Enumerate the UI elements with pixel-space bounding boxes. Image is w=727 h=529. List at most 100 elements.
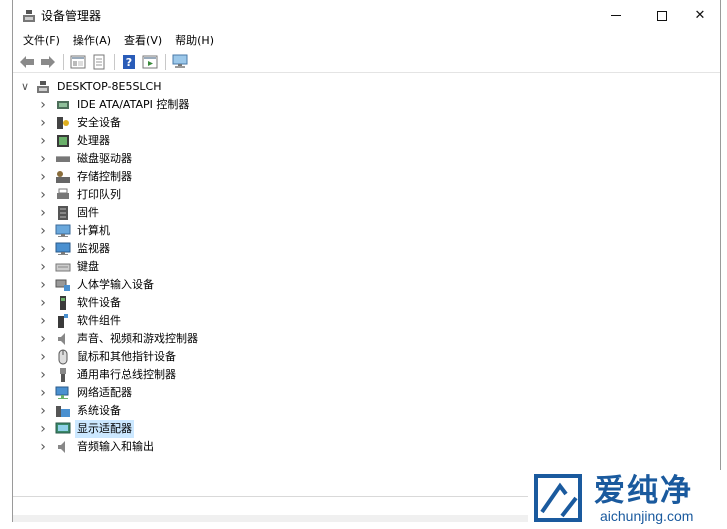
monitor-scan-icon: [172, 54, 188, 68]
tree-item-label: 安全设备: [77, 116, 121, 129]
chevron-right-icon[interactable]: ›: [37, 132, 49, 150]
chevron-right-icon[interactable]: ›: [37, 150, 49, 168]
tree-item[interactable]: › 鼠标和其他指针设备: [37, 348, 178, 366]
tree-item-label: 磁盘驱动器: [77, 152, 132, 165]
run-button[interactable]: [141, 53, 159, 71]
tree-item[interactable]: › 固件: [37, 204, 101, 222]
software-component-icon: [55, 313, 71, 329]
tree-item[interactable]: › 磁盘驱动器: [37, 150, 134, 168]
device-manager-window: 设备管理器 ✕ 文件(F) 操作(A) 查看(V) 帮助(H) ? ∨ DESK…: [12, 0, 721, 522]
tree-item[interactable]: › 软件组件: [37, 312, 123, 330]
device-tree[interactable]: ∨ DESKTOP-8E5SLCH › IDE ATA/ATAPI 控制器 › 安全设…: [16, 76, 720, 496]
computer-icon: [55, 223, 71, 239]
tree-item[interactable]: › 存储控制器: [37, 168, 134, 186]
network-adapter-icon: [55, 385, 71, 401]
tree-item[interactable]: › 键盘: [37, 258, 101, 276]
chevron-right-icon[interactable]: ›: [37, 312, 49, 330]
forward-button[interactable]: [39, 53, 57, 71]
tree-item-label: 键盘: [77, 260, 99, 273]
chevron-right-icon[interactable]: ›: [37, 240, 49, 258]
svg-text:?: ?: [126, 56, 132, 69]
chevron-right-icon[interactable]: ›: [37, 276, 49, 294]
tree-item[interactable]: › 打印队列: [37, 186, 123, 204]
details-button[interactable]: [90, 53, 108, 71]
tree-item-label: 计算机: [77, 224, 110, 237]
details-icon: [93, 54, 105, 69]
close-icon: ✕: [694, 8, 706, 23]
chevron-right-icon[interactable]: ›: [37, 384, 49, 402]
tree-item-label: 存储控制器: [77, 170, 132, 183]
chevron-right-icon[interactable]: ›: [37, 438, 49, 456]
watermark: 爱纯净 aichunjing.com: [528, 470, 727, 529]
menu-action[interactable]: 操作(A): [73, 31, 118, 50]
forward-icon: [41, 55, 55, 68]
ide-controller-icon: [55, 97, 71, 113]
back-icon: [20, 55, 34, 68]
chevron-right-icon[interactable]: ›: [37, 204, 49, 222]
brand-logo-icon: [534, 474, 582, 522]
chevron-right-icon[interactable]: ›: [37, 402, 49, 420]
chevron-right-icon[interactable]: ›: [37, 294, 49, 312]
tree-item[interactable]: › 监视器: [37, 240, 112, 258]
chevron-down-icon[interactable]: ∨: [19, 78, 31, 96]
chevron-right-icon[interactable]: ›: [37, 96, 49, 114]
storage-controller-icon: [55, 169, 71, 185]
display-adapter-icon: [55, 421, 71, 437]
tree-item[interactable]: › 通用串行总线控制器: [37, 366, 178, 384]
chevron-right-icon[interactable]: ›: [37, 348, 49, 366]
tree-item[interactable]: › 系统设备: [37, 402, 123, 420]
properties-view-icon: [70, 55, 86, 68]
tree-item-label: 监视器: [77, 242, 110, 255]
tree-item-label: 声音、视频和游戏控制器: [77, 332, 198, 345]
mouse-icon: [55, 349, 71, 365]
system-device-icon: [55, 403, 71, 419]
sound-icon: [55, 331, 71, 347]
tree-item[interactable]: › 音频输入和输出: [37, 438, 156, 456]
software-device-icon: [55, 295, 71, 311]
tree-item[interactable]: › IDE ATA/ATAPI 控制器: [37, 96, 191, 114]
chevron-right-icon[interactable]: ›: [37, 330, 49, 348]
chevron-right-icon[interactable]: ›: [37, 258, 49, 276]
monitor-icon: [55, 241, 71, 257]
tree-item[interactable]: › 处理器: [37, 132, 112, 150]
device-manager-app-icon: [22, 9, 36, 23]
brand-url: aichunjing.com: [600, 508, 694, 524]
window-title: 设备管理器: [41, 9, 102, 23]
tree-item[interactable]: › 计算机: [37, 222, 112, 240]
chevron-right-icon[interactable]: ›: [37, 222, 49, 240]
tree-item[interactable]: › 软件设备: [37, 294, 123, 312]
toolbar-separator: [63, 53, 64, 70]
help-button[interactable]: ?: [120, 53, 138, 71]
processor-icon: [55, 133, 71, 149]
chevron-right-icon[interactable]: ›: [37, 366, 49, 384]
menu-file[interactable]: 文件(F): [23, 31, 67, 50]
back-button[interactable]: [18, 53, 36, 71]
hid-icon: [55, 277, 71, 293]
tree-item-label: 网络适配器: [77, 386, 132, 399]
chevron-right-icon[interactable]: ›: [37, 168, 49, 186]
toolbar-separator: [165, 53, 166, 70]
chevron-right-icon[interactable]: ›: [37, 420, 49, 438]
tree-item-label: 处理器: [77, 134, 110, 147]
tree-item-label: 固件: [77, 206, 99, 219]
title-bar[interactable]: 设备管理器 ✕: [13, 0, 720, 31]
menu-help[interactable]: 帮助(H): [175, 31, 221, 50]
keyboard-icon: [55, 259, 71, 275]
tree-item[interactable]: › 声音、视频和游戏控制器: [37, 330, 200, 348]
tree-item[interactable]: › 人体学输入设备: [37, 276, 156, 294]
minimize-button[interactable]: [593, 0, 639, 31]
scan-hardware-button[interactable]: [171, 53, 189, 71]
tree-item-label: 系统设备: [77, 404, 121, 417]
help-icon: ?: [123, 54, 135, 69]
properties-view-button[interactable]: [69, 53, 87, 71]
tree-root[interactable]: ∨ DESKTOP-8E5SLCH: [19, 78, 164, 96]
tree-item[interactable]: › 安全设备: [37, 114, 123, 132]
tree-item[interactable]: › 网络适配器: [37, 384, 134, 402]
close-button[interactable]: ✕: [677, 0, 723, 31]
tree-item[interactable]: › 显示适配器: [37, 420, 134, 438]
tree-item-label: 音频输入和输出: [77, 440, 154, 453]
menu-view[interactable]: 查看(V): [124, 31, 169, 50]
chevron-right-icon[interactable]: ›: [37, 186, 49, 204]
chevron-right-icon[interactable]: ›: [37, 114, 49, 132]
run-icon: [142, 55, 158, 68]
